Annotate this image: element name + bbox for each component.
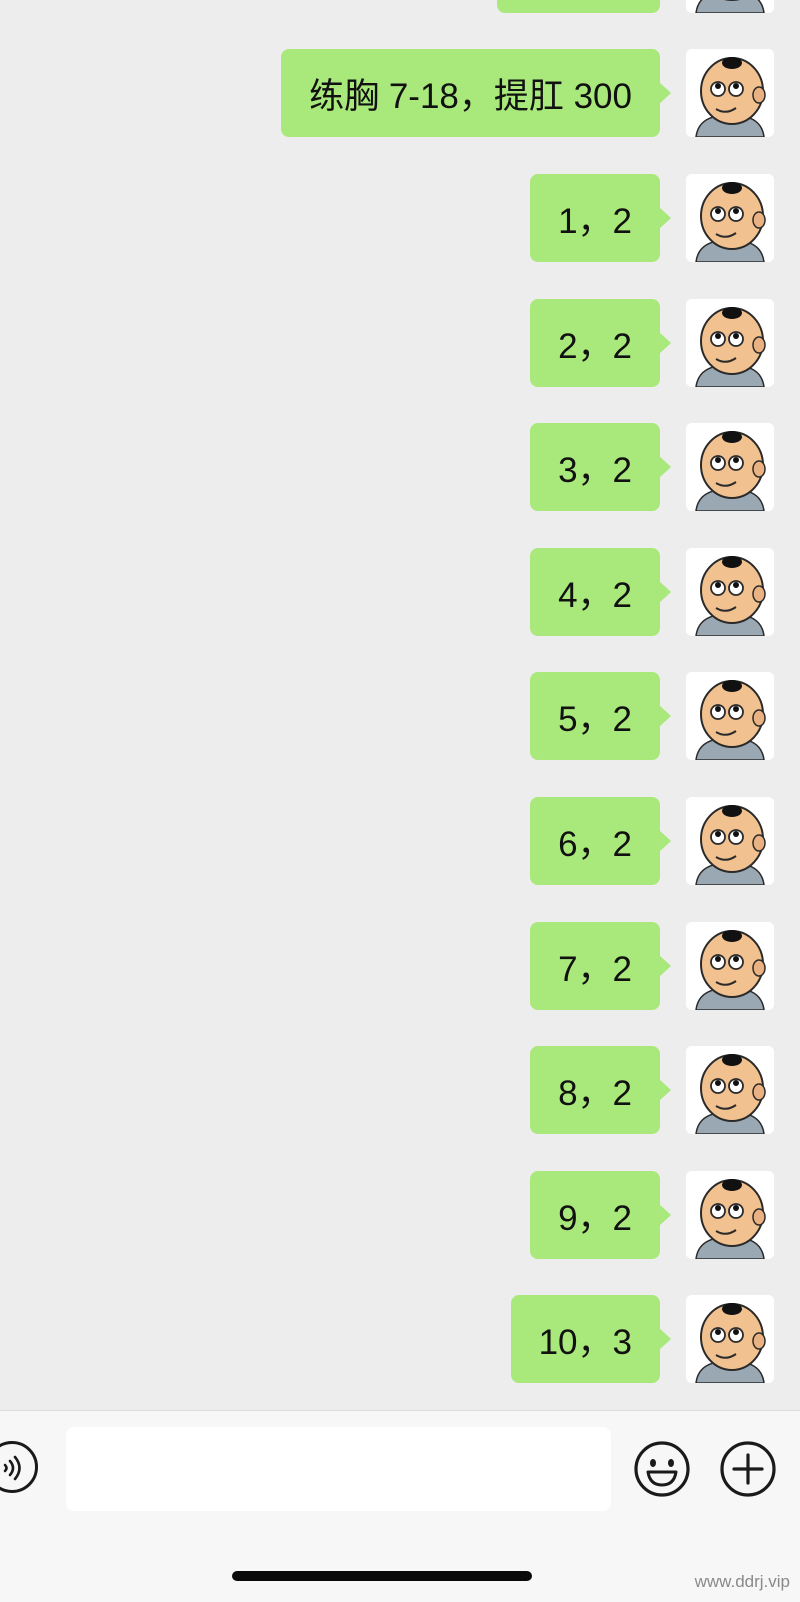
- avatar[interactable]: [686, 0, 774, 13]
- emoji-icon: [634, 1441, 690, 1497]
- message-input[interactable]: [66, 1427, 611, 1511]
- cartoon-baby-avatar-icon: [686, 797, 774, 885]
- message-text: 10，3: [538, 1322, 632, 1362]
- message-text: 5，2: [558, 699, 632, 739]
- message-bubble[interactable]: 5，2: [530, 672, 671, 760]
- message-partial: [497, 0, 774, 13]
- message-bubble[interactable]: 8，2: [530, 1046, 671, 1134]
- message-row: 2，2: [530, 299, 774, 387]
- cartoon-baby-avatar-icon: [686, 299, 774, 387]
- message-row: 8，2: [530, 1046, 774, 1134]
- cartoon-baby-avatar-icon: [686, 548, 774, 636]
- avatar[interactable]: [686, 423, 774, 511]
- avatar[interactable]: [686, 299, 774, 387]
- watermark: www.ddrj.vip: [694, 1572, 790, 1591]
- cartoon-baby-avatar-icon: [686, 0, 774, 13]
- cartoon-baby-avatar-icon: [686, 672, 774, 760]
- home-indicator[interactable]: [232, 1571, 532, 1581]
- avatar[interactable]: [686, 49, 774, 137]
- message-text: 1，2: [558, 201, 632, 241]
- avatar[interactable]: [686, 797, 774, 885]
- message-bubble[interactable]: 练胸 7-18，提肛 300: [281, 49, 671, 137]
- chat-screen: 练胸 7-18，提肛 300 1，2 2，2 3，2 4，2 5，2 6，2 7…: [0, 0, 800, 1602]
- plus-icon: [720, 1441, 776, 1497]
- message-text: 7，2: [558, 949, 632, 989]
- message-row: 4，2: [530, 548, 774, 636]
- avatar[interactable]: [686, 174, 774, 262]
- message-bubble[interactable]: 6，2: [530, 797, 671, 885]
- cartoon-baby-avatar-icon: [686, 1295, 774, 1383]
- message-row: 练胸 7-18，提肛 300: [281, 49, 774, 137]
- cartoon-baby-avatar-icon: [686, 49, 774, 137]
- avatar[interactable]: [686, 1171, 774, 1259]
- voice-button[interactable]: [0, 1441, 38, 1493]
- avatar[interactable]: [686, 672, 774, 760]
- cartoon-baby-avatar-icon: [686, 922, 774, 1010]
- message-row: 3，2: [530, 423, 774, 511]
- voice-icon: [3, 1455, 21, 1481]
- message-text: 8，2: [558, 1073, 632, 1113]
- message-bubble[interactable]: 7，2: [530, 922, 671, 1010]
- message-bubble[interactable]: 10，3: [510, 1295, 672, 1383]
- avatar[interactable]: [686, 1046, 774, 1134]
- message-row: 7，2: [530, 922, 774, 1010]
- message-text: 2，2: [558, 326, 632, 366]
- cartoon-baby-avatar-icon: [686, 174, 774, 262]
- message-bubble[interactable]: 3，2: [530, 423, 671, 511]
- message-row: 10，3: [510, 1295, 774, 1383]
- message-text: 练胸 7-18，提肛 300: [309, 76, 632, 116]
- chat-area[interactable]: 练胸 7-18，提肛 300 1，2 2，2 3，2 4，2 5，2 6，2 7…: [0, 0, 800, 1410]
- cartoon-baby-avatar-icon: [686, 1046, 774, 1134]
- message-text: 4，2: [558, 575, 632, 615]
- message-bubble[interactable]: 2，2: [530, 299, 671, 387]
- avatar[interactable]: [686, 1295, 774, 1383]
- message-bubble[interactable]: 1，2: [530, 174, 671, 262]
- emoji-button[interactable]: [633, 1440, 691, 1498]
- message-row: 1，2: [530, 174, 774, 262]
- message-text: 3，2: [558, 450, 632, 490]
- message-row: 6，2: [530, 797, 774, 885]
- message-row: 9，2: [530, 1171, 774, 1259]
- message-bubble[interactable]: [497, 0, 660, 13]
- message-text: 6，2: [558, 824, 632, 864]
- cartoon-baby-avatar-icon: [686, 423, 774, 511]
- more-button[interactable]: [719, 1440, 777, 1498]
- avatar[interactable]: [686, 922, 774, 1010]
- message-bubble[interactable]: 4，2: [530, 548, 671, 636]
- avatar[interactable]: [686, 548, 774, 636]
- message-row: 5，2: [530, 672, 774, 760]
- cartoon-baby-avatar-icon: [686, 1171, 774, 1259]
- message-bubble[interactable]: 9，2: [530, 1171, 671, 1259]
- message-text: 9，2: [558, 1198, 632, 1238]
